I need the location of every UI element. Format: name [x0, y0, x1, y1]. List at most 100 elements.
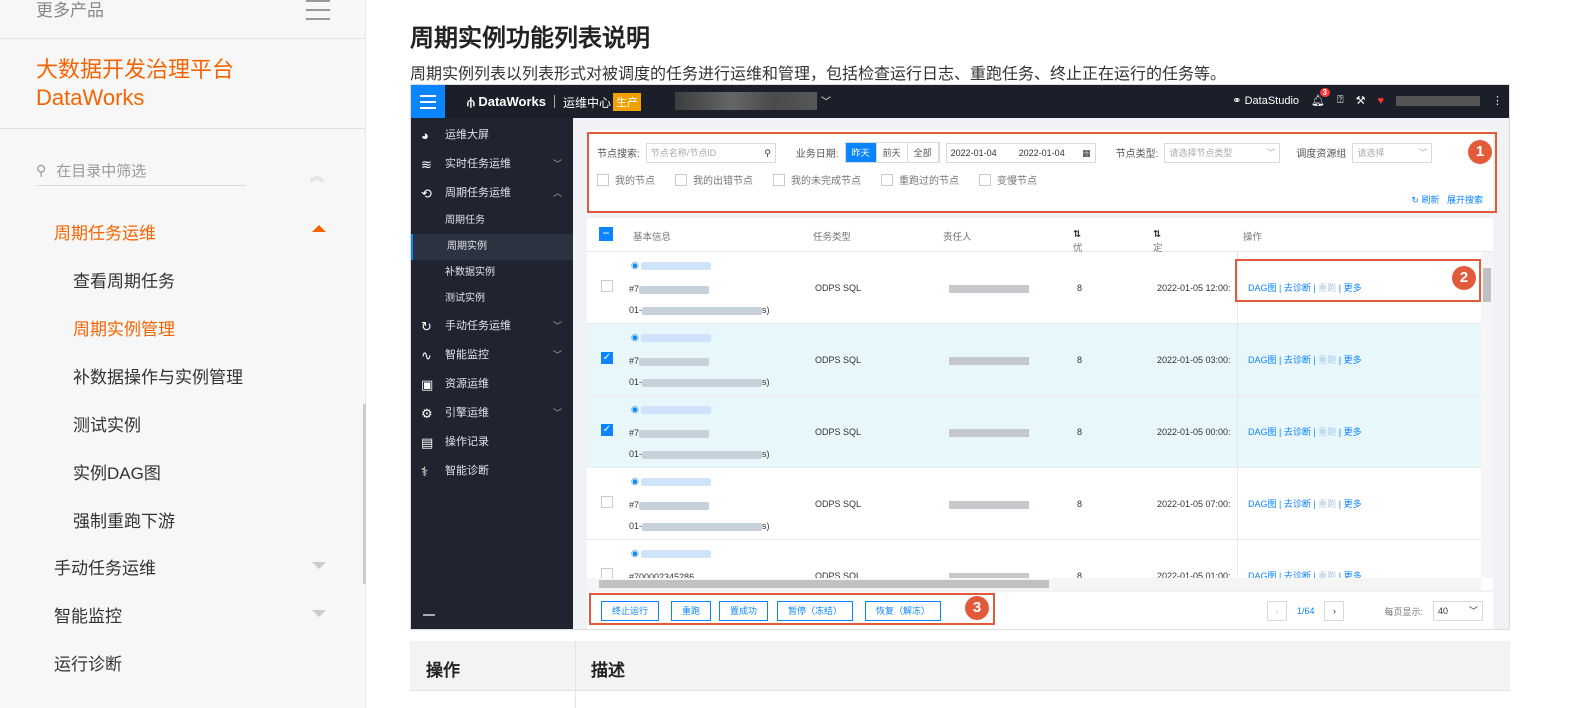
- collapse-nav-icon[interactable]: [423, 614, 435, 616]
- instance-name[interactable]: ◉: [631, 548, 712, 559]
- leftnav-item[interactable]: ⚙ 引擎运维 ﹀: [411, 399, 573, 428]
- chevron-icon[interactable]: ︿: [553, 179, 562, 208]
- row-operations: DAG图 | 去诊断 | 重跑 | 更多: [1237, 324, 1362, 396]
- instance-name[interactable]: ◉: [631, 404, 712, 415]
- directory-filter-input[interactable]: ⚲ 在目录中筛选: [36, 156, 246, 186]
- leftnav-item[interactable]: ▤ 操作记录: [411, 428, 573, 457]
- dag-link[interactable]: DAG图: [1248, 427, 1277, 437]
- logo-icon: ⫛: [467, 94, 479, 109]
- leftnav-item[interactable]: ↻ 手动任务运维 ﹀: [411, 312, 573, 341]
- workspace-selector[interactable]: [675, 92, 817, 110]
- more-products-link[interactable]: 更多产品: [36, 0, 104, 38]
- help-icon[interactable]: ⍰: [1337, 94, 1344, 107]
- hamburger-menu-icon[interactable]: [306, 0, 330, 22]
- sidebar-item-backfill[interactable]: 补数据操作与实例管理: [73, 363, 243, 388]
- sidebar-scrollbar[interactable]: [363, 404, 366, 584]
- more-link[interactable]: 更多: [1344, 427, 1362, 437]
- row-checkbox[interactable]: ✓: [601, 424, 613, 436]
- sidebar-item-manual-task-ops[interactable]: 手动任务运维: [54, 554, 156, 579]
- user-account[interactable]: [1396, 95, 1480, 106]
- table-row[interactable]: ✓ ◉ #7 01- s) ODPS SQL 8 2022-01-05 03:00: DAG图…: [587, 324, 1481, 396]
- chevron-icon[interactable]: ﹀: [553, 150, 562, 179]
- redacted-time: [642, 450, 763, 459]
- sidebar-item-smart-monitor[interactable]: 智能监控: [54, 602, 122, 627]
- sort-icon[interactable]: ⇅: [1073, 229, 1081, 240]
- chevron-down-icon[interactable]: ﹀: [821, 93, 831, 108]
- diagnose-link[interactable]: 去诊断: [1284, 499, 1311, 509]
- bell-icon[interactable]: 🔔︎ 3: [1311, 88, 1330, 107]
- redacted-name: [641, 477, 712, 486]
- datastudio-link[interactable]: ⚭ DataStudio: [1232, 94, 1299, 107]
- instance-id: #7: [629, 428, 710, 438]
- more-vertical-icon[interactable]: ⋮: [1492, 94, 1503, 107]
- leftnav-item[interactable]: ◕ 运维大屏: [411, 121, 573, 150]
- table-row[interactable]: ◉ #7 01- s) ODPS SQL 8 2022-01-05 07:00: DAG图 …: [587, 468, 1481, 540]
- hamburger-menu-icon[interactable]: [411, 85, 445, 118]
- priority: 8: [1077, 355, 1083, 365]
- sidebar-item-force-rerun[interactable]: 强制重跑下游: [73, 507, 175, 532]
- owner-redacted: [949, 429, 1029, 437]
- col-owner: 责任人: [943, 232, 972, 243]
- leftnav-item[interactable]: ▣ 资源运维: [411, 370, 573, 399]
- env-badge: 生产: [613, 93, 641, 111]
- schedule-time: 2022-01-05 12:00:: [1157, 283, 1231, 293]
- leftnav-item[interactable]: 补数据实例: [411, 260, 573, 286]
- instance-name[interactable]: ◉: [631, 332, 712, 343]
- sidebar-item-instance-dag[interactable]: 实例DAG图: [73, 459, 161, 484]
- notify-count: 3: [1319, 88, 1330, 97]
- leftnav-item[interactable]: 周期实例: [411, 234, 573, 260]
- next-page-icon[interactable]: ›: [1324, 601, 1345, 621]
- sort-icon[interactable]: ⇅: [1153, 229, 1161, 240]
- col-priority[interactable]: 优先级 ⇅: [1073, 229, 1083, 282]
- sidebar-item-view-cycle-task[interactable]: 查看周期任务: [73, 267, 175, 292]
- wrench-icon[interactable]: ⚒: [1356, 94, 1366, 107]
- diagnose-link[interactable]: 去诊断: [1284, 355, 1311, 365]
- chevron-icon[interactable]: ﹀: [553, 312, 562, 341]
- more-link[interactable]: 更多: [1344, 499, 1362, 509]
- product-title[interactable]: 大数据开发治理平台 DataWorks: [36, 56, 234, 112]
- leftnav-label: 资源运维: [445, 378, 489, 390]
- page-size-select[interactable]: 40 ﹀: [1433, 601, 1483, 621]
- instance-id-text: #7: [629, 356, 640, 366]
- chevron-down-icon[interactable]: [312, 562, 326, 569]
- leftnav-label: 智能监控: [445, 349, 489, 361]
- dag-link[interactable]: DAG图: [1248, 499, 1277, 509]
- col-basic-info: 基本信息: [633, 232, 672, 243]
- table-row[interactable]: ✓ ◉ #7 01- s) ODPS SQL 8 2022-01-05 00:00: DAG图…: [587, 396, 1481, 468]
- grid-horizontal-scrollbar[interactable]: [587, 578, 1481, 590]
- chevron-up-icon[interactable]: [312, 225, 326, 232]
- leftnav-item[interactable]: 周期任务: [411, 208, 573, 234]
- sidebar-item-cycle-task-ops[interactable]: 周期任务运维: [54, 219, 156, 244]
- instance-id: #7: [629, 500, 710, 510]
- grid-vertical-scrollbar[interactable]: [1481, 252, 1493, 578]
- leftnav-item[interactable]: ≋ 实时任务运维 ﹀: [411, 150, 573, 179]
- chevron-icon[interactable]: ﹀: [553, 399, 562, 428]
- leftnav-item[interactable]: ⚕ 智能诊断: [411, 457, 573, 486]
- chevron-down-icon[interactable]: [312, 610, 326, 617]
- sidebar-item-cycle-instance[interactable]: 周期实例管理: [73, 315, 175, 340]
- instance-name[interactable]: ◉: [631, 260, 712, 271]
- row-checkbox[interactable]: ✓: [601, 352, 613, 364]
- leftnav-label: 周期任务运维: [445, 187, 511, 199]
- leftnav-item[interactable]: 测试实例: [411, 286, 573, 312]
- leftnav-item[interactable]: ∿ 智能监控 ﹀: [411, 341, 573, 370]
- prev-page-icon[interactable]: ‹: [1266, 601, 1287, 621]
- redacted-id: [639, 501, 710, 510]
- more-link[interactable]: 更多: [1344, 355, 1362, 365]
- redacted-id: [639, 285, 710, 294]
- row-checkbox[interactable]: [601, 496, 613, 508]
- sidebar-item-test-instance[interactable]: 测试实例: [73, 411, 141, 436]
- dag-link[interactable]: DAG图: [1248, 355, 1277, 365]
- chevron-icon[interactable]: ﹀: [553, 341, 562, 370]
- select-all-checkbox[interactable]: −: [599, 227, 613, 241]
- callout-number-2: 2: [1452, 266, 1476, 290]
- row-checkbox[interactable]: [601, 280, 613, 292]
- instance-name[interactable]: ◉: [631, 476, 712, 487]
- divider: [575, 641, 576, 708]
- sidebar-item-run-diagnosis[interactable]: 运行诊断: [54, 650, 122, 675]
- col-schedule-time[interactable]: 定时时间 ⇅: [1153, 229, 1163, 296]
- leftnav-item[interactable]: ⟲ 周期任务运维 ︿: [411, 179, 573, 208]
- diagnose-link[interactable]: 去诊断: [1284, 427, 1311, 437]
- schedule-time: 2022-01-05 03:00:: [1157, 355, 1231, 365]
- collapse-all-icon[interactable]: ︽: [310, 166, 326, 184]
